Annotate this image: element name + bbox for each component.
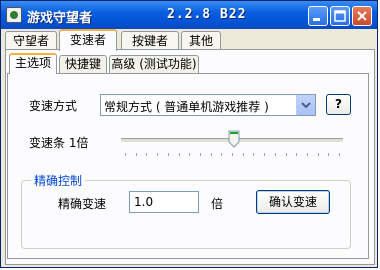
precise-speed-input[interactable]: 1.0	[129, 191, 199, 213]
minimize-button[interactable]	[308, 6, 328, 26]
tab-keys[interactable]: 按键者	[121, 31, 179, 51]
speed-slider-thumb[interactable]	[228, 130, 240, 148]
close-icon	[357, 11, 367, 21]
app-icon[interactable]	[6, 7, 22, 23]
precise-control-title: 精确控制	[31, 172, 86, 189]
close-button[interactable]	[352, 6, 372, 26]
slider-tick	[199, 153, 201, 156]
speed-bar-label: 变速条 1倍	[29, 136, 89, 150]
tab-speed[interactable]: 变速者	[59, 29, 117, 51]
speed-mode-select[interactable]: 常规方式 ( 普通单机游戏推荐 )	[100, 94, 316, 116]
minimize-icon	[313, 18, 320, 21]
speed-mode-value: 常规方式 ( 普通单机游戏推荐 )	[104, 100, 269, 114]
slider-tick	[210, 153, 212, 156]
slider-tick	[306, 153, 308, 156]
help-button[interactable]: ?	[326, 94, 351, 115]
window-version: 2.2.8 B22	[167, 7, 247, 22]
app-window: 游戏守望者 2.2.8 B22 守望者 变速者 按键者 其他 主选项 快捷键 高…	[0, 0, 378, 268]
slider-tick	[285, 153, 287, 156]
slider-tick	[189, 153, 191, 156]
slider-tick	[178, 153, 180, 156]
inner-tab-hotkeys[interactable]: 快捷键	[59, 55, 107, 74]
slider-tick	[167, 153, 169, 156]
slider-tick	[264, 153, 266, 156]
slider-tick	[125, 153, 126, 156]
confirm-speed-button[interactable]: 确认变速	[256, 190, 330, 214]
maximize-icon	[334, 10, 346, 22]
slider-tick	[157, 153, 159, 156]
tab-watcher[interactable]: 守望者	[5, 31, 57, 51]
dropdown-button[interactable]	[296, 95, 315, 115]
slider-tick	[221, 153, 223, 156]
slider-tick	[339, 153, 340, 156]
slider-tick	[253, 153, 255, 156]
slider-tick	[135, 153, 137, 156]
slider-tick	[242, 153, 244, 156]
inner-tab-advanced[interactable]: 高级 (测试功能)	[109, 55, 199, 74]
slider-tick	[317, 153, 319, 156]
maximize-button[interactable]	[330, 6, 350, 26]
precise-speed-value: 1.0	[134, 195, 154, 209]
speed-mode-label: 变速方式	[29, 99, 78, 113]
title-bar[interactable]: 游戏守望者 2.2.8 B22	[1, 1, 377, 29]
window-title: 游戏守望者	[27, 11, 93, 26]
slider-tick	[296, 153, 298, 156]
slider-tick	[274, 153, 276, 156]
precise-unit-label: 倍	[211, 197, 224, 211]
inner-tab-main[interactable]: 主选项	[9, 53, 57, 74]
slider-tick	[232, 153, 233, 156]
precise-speed-label: 精确变速	[58, 197, 107, 211]
chevron-down-icon	[301, 102, 311, 109]
slider-tick	[146, 153, 148, 156]
tab-other[interactable]: 其他	[181, 31, 221, 51]
slider-tick	[328, 153, 330, 156]
